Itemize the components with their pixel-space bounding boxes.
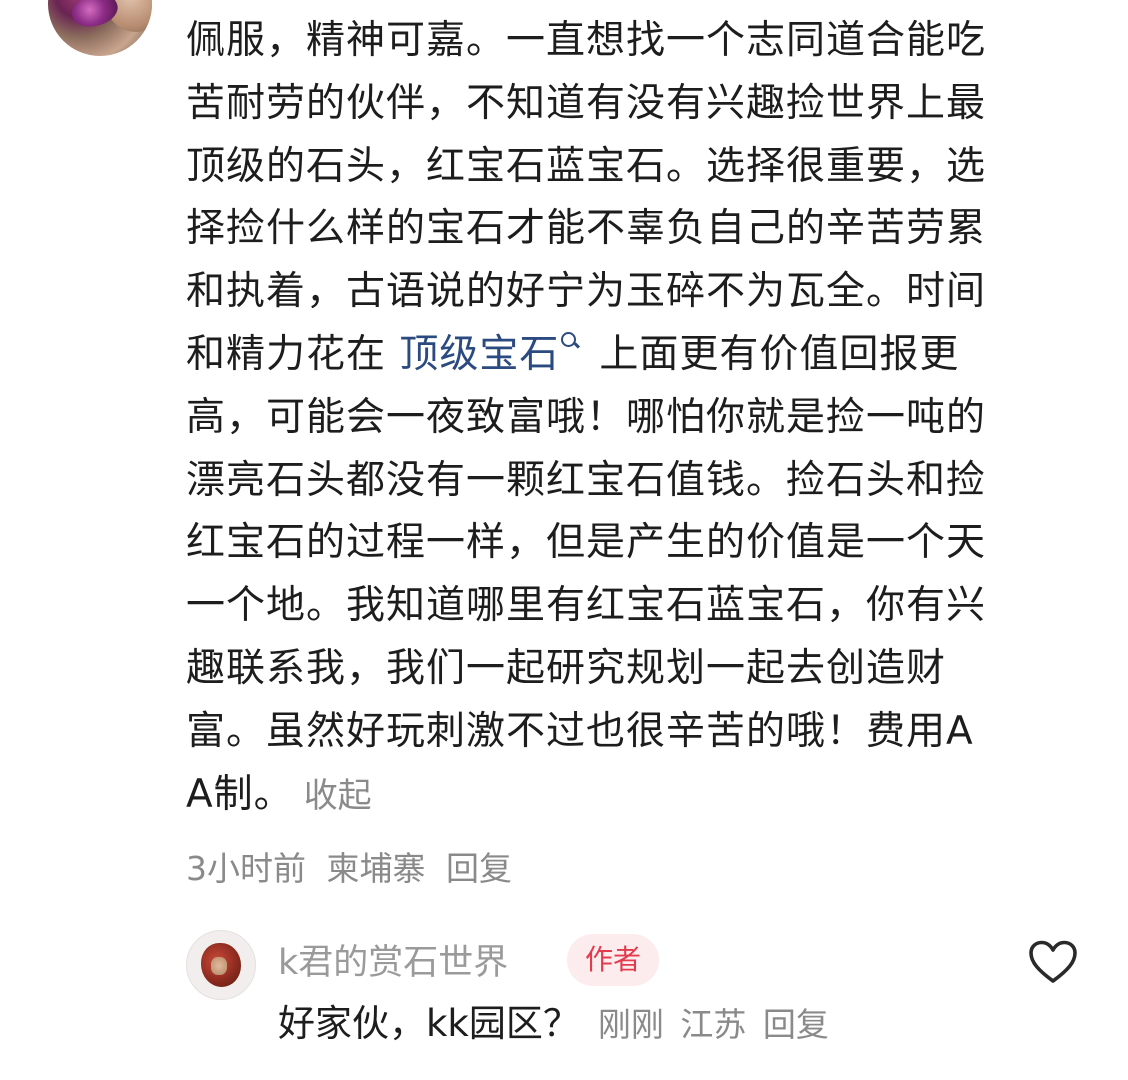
comment-text-part-1: 佩服，精神可嘉。一直想找一个志同道合能吃苦耐劳的伙伴，不知道有没有兴趣捡世界上最…	[186, 18, 987, 377]
reply-location: 江苏	[680, 1005, 747, 1044]
comment-meta: 3小时前 柬埔寨 回复	[186, 842, 522, 890]
comment-body: 佩服，精神可嘉。一直想找一个志同道合能吃苦耐劳的伙伴，不知道有没有兴趣捡世界上最…	[186, 10, 986, 827]
reply-row: 好家伙，kk园区？ 刚刚 江苏 回复	[278, 996, 835, 1053]
topic-link[interactable]: 顶级宝石	[399, 332, 559, 377]
heart-outline-icon[interactable]	[1028, 940, 1078, 984]
commenter-avatar[interactable]	[48, 0, 152, 56]
comment-location: 柬埔寨	[326, 849, 426, 888]
reply-time: 刚刚	[597, 1005, 664, 1044]
author-badge: 作者	[567, 934, 659, 986]
search-icon[interactable]	[559, 330, 579, 356]
reply-meta: 刚刚 江苏 回复	[598, 1005, 835, 1044]
reply-text: 好家伙，kk园区？	[278, 1002, 580, 1045]
reply-author-avatar[interactable]	[186, 930, 256, 1000]
avatar-photo-stone	[201, 943, 241, 987]
reply-button[interactable]: 回复	[446, 849, 512, 888]
avatar-photo-gem	[68, 0, 122, 33]
collapse-button[interactable]: 收起	[304, 776, 372, 816]
comment-text-part-2: 上面更有价值回报更高，可能会一夜致富哦！哪怕你就是捡一吨的漂亮石头都没有一颗红宝…	[186, 331, 987, 817]
reply-reply-button[interactable]: 回复	[763, 1005, 829, 1044]
comment-time: 3小时前	[186, 849, 306, 888]
reply-author-name[interactable]: k君的赏石世界	[278, 934, 508, 985]
